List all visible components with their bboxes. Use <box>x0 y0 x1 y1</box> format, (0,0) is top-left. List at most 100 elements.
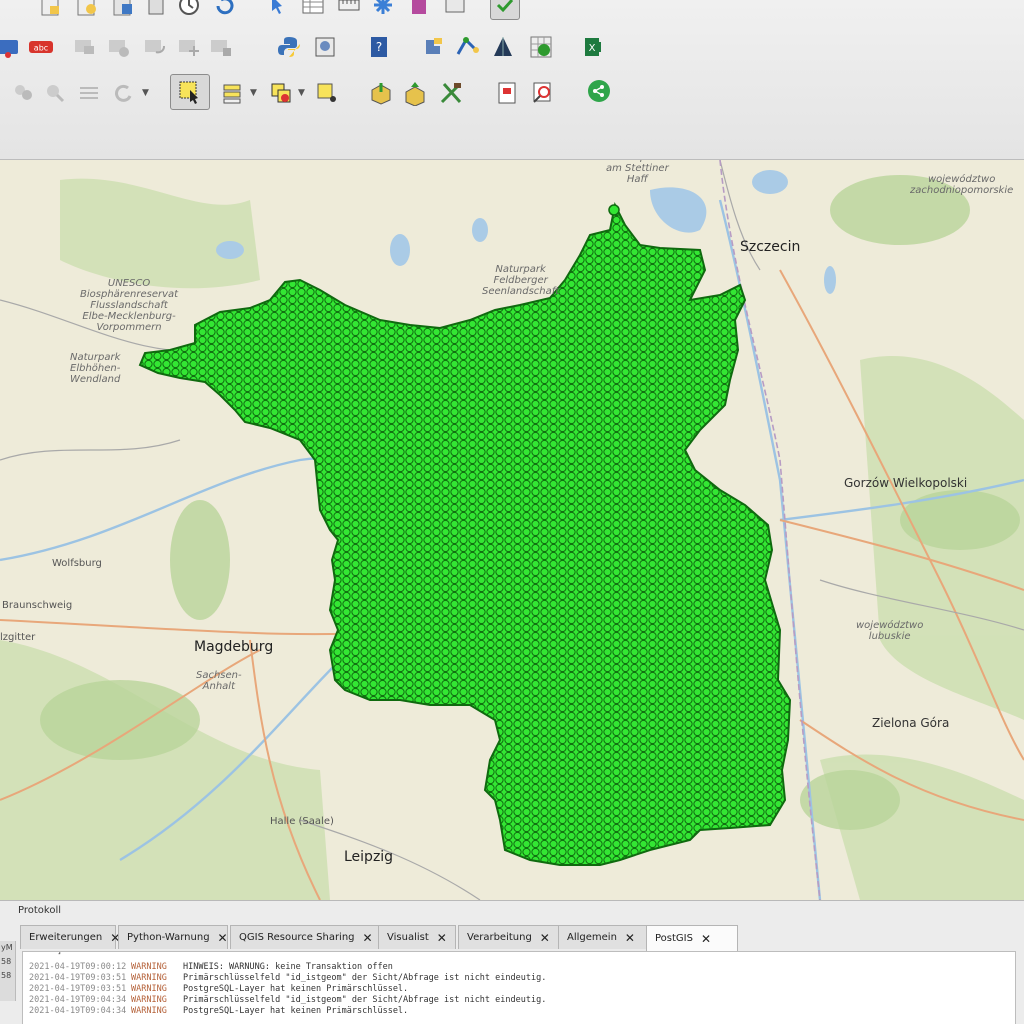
toolbar-row-edit: ▼ ▼ ▼ <box>0 70 1024 110</box>
log-timestamp: 2021-04-19T09:04:34 <box>29 995 127 1005</box>
undo-dropdown-icon[interactable]: ▼ <box>142 88 149 98</box>
tab-qgis-resource-sharing[interactable]: QGIS Resource Sharing ✕ <box>230 925 380 949</box>
log-level: WARNING <box>131 995 167 1005</box>
log-message: Primärschlüsselfeld "id_istgeom" der Sic… <box>183 973 547 983</box>
grid-reload-icon[interactable] <box>526 32 556 62</box>
log-bracket: ] <box>57 951 63 956</box>
measure-icon[interactable] <box>334 0 364 20</box>
left-stub-text-0: yM <box>1 943 13 952</box>
log-timestamp: 2021-04-19T09:04:34 <box>29 1006 127 1016</box>
project-icon[interactable] <box>36 0 66 20</box>
tab-label: Visualist <box>387 932 429 943</box>
tab-erweiterungen[interactable]: Erweiterungen ✕ <box>20 925 120 949</box>
save-icon[interactable] <box>108 0 138 20</box>
settings-icon[interactable] <box>368 0 398 20</box>
spatial-query-icon[interactable] <box>528 78 558 108</box>
close-icon[interactable]: ✕ <box>363 931 373 945</box>
log-message: PostgreSQL-Layer hat keinen Primärschlüs… <box>183 984 409 994</box>
vertex-icon[interactable] <box>74 78 104 108</box>
map-label-zielona-gora: Zielona Góra <box>872 716 950 730</box>
layer-select-icon[interactable] <box>266 78 296 108</box>
log-panel: Protokoll ⧉ ⊠ yM 58 58 Erweiterungen✕ Py… <box>0 900 1024 1024</box>
map-label-zachodniopomorskie: województwo zachodniopomorskie <box>910 174 1014 196</box>
cone-icon[interactable] <box>488 32 518 62</box>
clock-icon[interactable] <box>174 0 204 20</box>
close-icon[interactable]: ✕ <box>701 932 711 946</box>
print-layout-icon[interactable] <box>492 78 522 108</box>
label-icon[interactable] <box>0 32 24 62</box>
map-label-braunschweig: Braunschweig <box>2 600 73 611</box>
tab-postgis[interactable]: PostGIS ✕ <box>646 925 738 951</box>
undo-icon[interactable] <box>108 78 138 108</box>
map-label-gorzow: Gorzów Wielkopolski <box>844 476 968 490</box>
show-label-icon[interactable] <box>104 32 134 62</box>
left-stub-text-1: 58 <box>1 957 12 966</box>
print-icon[interactable] <box>142 0 172 20</box>
close-icon[interactable]: ✕ <box>218 931 228 945</box>
map-label-unesco: UNESCO Biosphärenreservat Flusslandschaf… <box>80 278 179 333</box>
digitize-icon[interactable] <box>8 78 38 108</box>
tab-label: Python-Warnung <box>127 932 210 943</box>
import-shape-icon[interactable] <box>366 78 396 108</box>
tab-label: QGIS Resource Sharing <box>239 932 355 943</box>
log-row: 2021-04-19T09:04:34 WARNING PostgreSQL-Lay… <box>29 1006 408 1016</box>
log-row: 2021-04-19T09:03:51 WARNING PostgreSQL-Lay… <box>29 984 408 994</box>
map-label-feldberger: Naturpark Feldberger Seenlandschaft <box>482 264 560 297</box>
python-icon[interactable] <box>274 32 304 62</box>
identify-dropdown-icon[interactable]: ▼ <box>250 88 257 98</box>
export-shape-icon[interactable] <box>400 78 430 108</box>
toolbar-area: abc ? X ▼ ▼ ▼ <box>0 0 1024 160</box>
plugin-manager-icon[interactable] <box>418 32 448 62</box>
pan-icon[interactable] <box>262 0 292 20</box>
close-icon[interactable]: ✕ <box>540 931 550 945</box>
abc-label-text: abc <box>34 44 48 53</box>
close-icon[interactable]: ✕ <box>437 931 447 945</box>
new-project-icon[interactable] <box>72 0 102 20</box>
select-features-icon[interactable] <box>170 74 210 110</box>
tab-python-warnung[interactable]: Python-Warnung ✕ <box>118 925 228 949</box>
check-icon[interactable] <box>490 0 520 20</box>
add-point-icon[interactable] <box>312 78 342 108</box>
tools-icon[interactable] <box>436 78 466 108</box>
excel-export-icon[interactable]: X <box>580 32 610 62</box>
map-label-salzgitter: lzgitter <box>0 632 36 643</box>
gps-icon[interactable] <box>452 32 482 62</box>
log-panel-title: Protokoll <box>18 905 62 916</box>
share-icon[interactable] <box>584 76 614 106</box>
tab-verarbeitung[interactable]: Verarbeitung ✕ <box>458 925 560 949</box>
layer-select-dropdown-icon[interactable]: ▼ <box>298 88 305 98</box>
svg-text:?: ? <box>376 40 382 54</box>
map-label-stettiner-haff: Naturpark am Stettiner Haff <box>606 160 669 185</box>
tab-allgemein[interactable]: Allgemein ✕ <box>558 925 648 949</box>
log-output[interactable]: ] 2021-04-19T09:00:12 WARNING HINWEIS: WAR… <box>22 951 1016 1024</box>
log-timestamp: 2021-04-19T09:00:12 <box>29 962 127 972</box>
abc-label-icon[interactable]: abc <box>26 32 56 62</box>
left-stub-text-2: 58 <box>1 971 12 980</box>
table-icon[interactable] <box>298 0 328 20</box>
rotate-label-icon[interactable] <box>140 32 170 62</box>
identify-icon[interactable] <box>218 78 248 108</box>
log-row: 2021-04-19T09:04:34 WARNING Primärschlüsse… <box>29 995 546 1005</box>
map-label-leipzig: Leipzig <box>344 849 394 865</box>
help-icon[interactable]: ? <box>364 32 394 62</box>
map-label-magdeburg: Magdeburg <box>194 639 274 655</box>
edit-icon[interactable] <box>404 0 434 20</box>
close-icon[interactable]: ✕ <box>625 931 635 945</box>
map-label-sachsen-anhalt: Sachsen- Anhalt <box>196 670 242 692</box>
tab-label: PostGIS <box>655 933 693 944</box>
map-label-elbhoehen: Naturpark Elbhöhen- Wendland <box>70 352 121 385</box>
move-label-icon[interactable] <box>174 32 204 62</box>
node-icon[interactable] <box>40 78 70 108</box>
plugin-icon[interactable] <box>440 0 470 20</box>
log-level: WARNING <box>131 984 167 994</box>
processing-icon[interactable] <box>310 32 340 62</box>
tab-visualist[interactable]: Visualist ✕ <box>378 925 456 949</box>
map-label-lubuskie: województwo lubuskie <box>856 620 924 642</box>
map-canvas[interactable]: Naturpark am Stettiner Haff Szczecin woj… <box>0 160 1024 900</box>
toolbar-row-file <box>0 0 1024 28</box>
log-message: PostgreSQL-Layer hat keinen Primärschlüs… <box>183 1006 409 1016</box>
log-timestamp: 2021-04-19T09:03:51 <box>29 984 127 994</box>
refresh-icon[interactable] <box>210 0 240 20</box>
pin-label-icon[interactable] <box>70 32 100 62</box>
change-label-icon[interactable] <box>206 32 236 62</box>
